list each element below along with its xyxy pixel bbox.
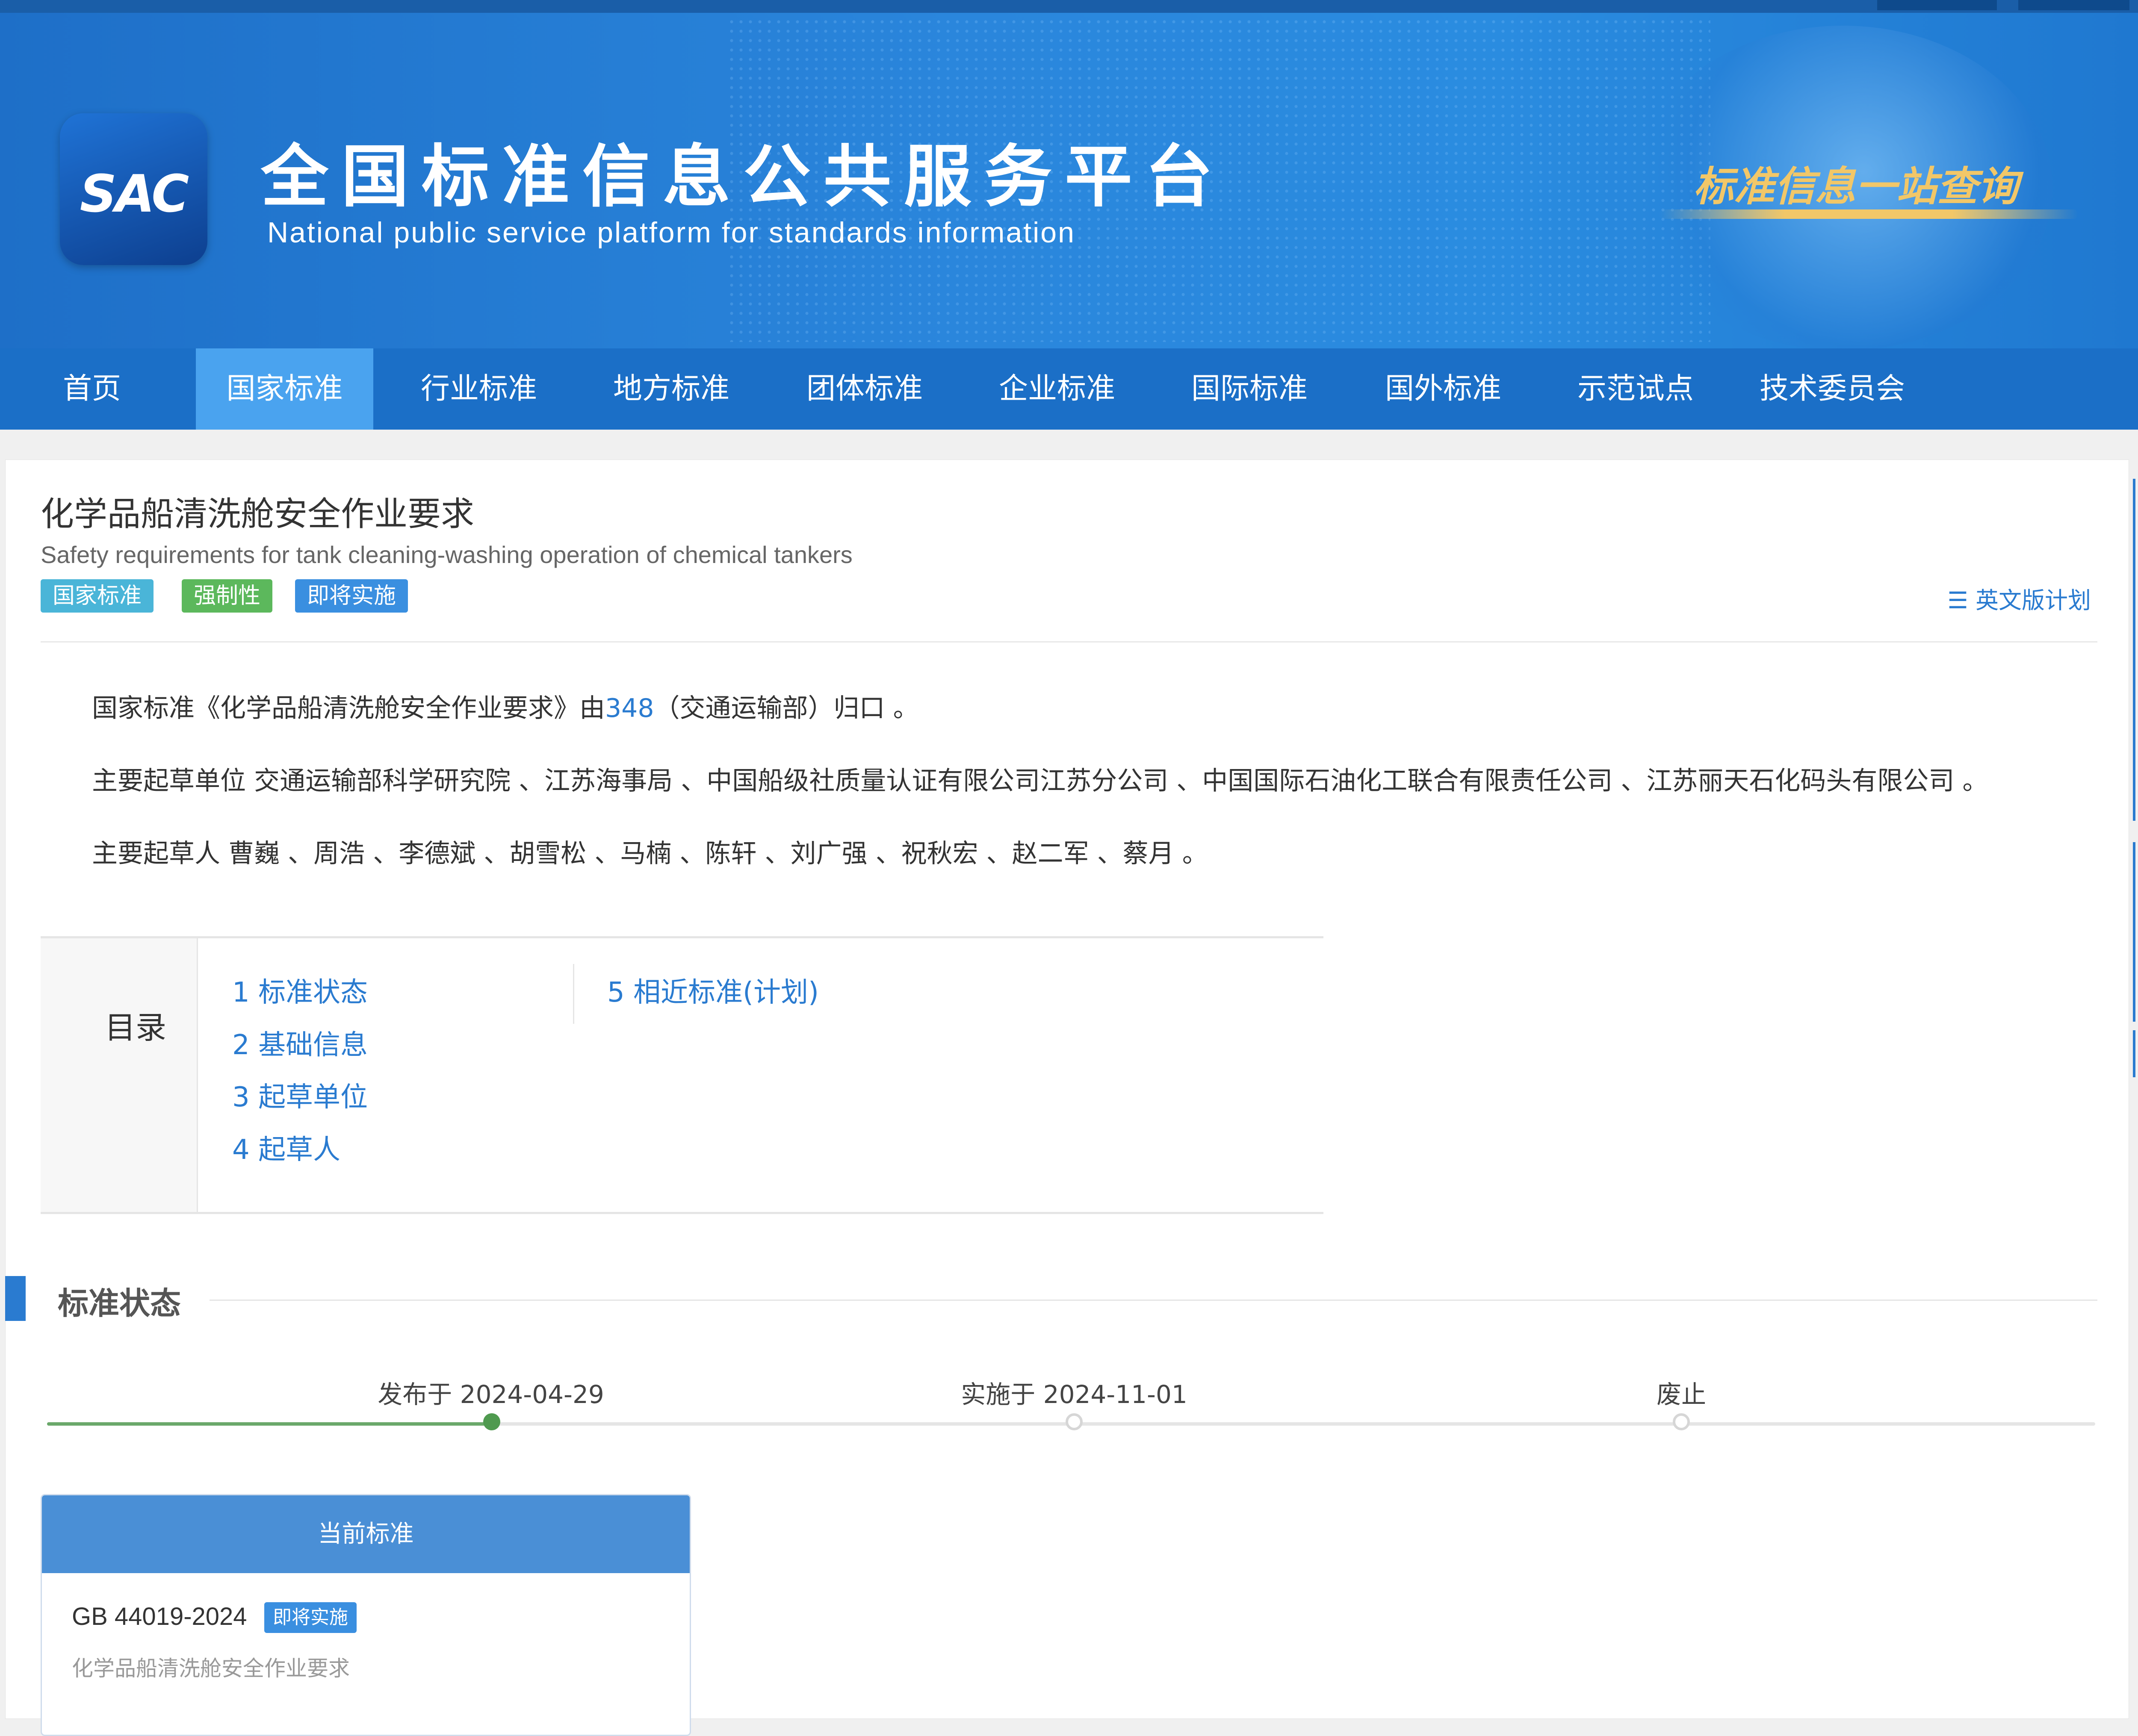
standard-title-english: Safety requirements for tank cleaning-wa… bbox=[41, 541, 853, 568]
nav-demonstration-pilots[interactable]: 示范试点 bbox=[1550, 348, 1721, 430]
timeline-label-published: 发布于 2024-04-29 bbox=[378, 1380, 604, 1409]
timeline-dot-published bbox=[483, 1413, 500, 1430]
top-strip-button[interactable] bbox=[1877, 0, 1997, 10]
top-strip bbox=[0, 0, 2138, 13]
timeline-dot-effective bbox=[1066, 1413, 1083, 1430]
current-standard-card[interactable]: 当前标准 GB 44019-2024 即将实施 化学品船清洗舱安全作业要求 bbox=[41, 1494, 691, 1736]
section-marker bbox=[5, 1276, 26, 1321]
section-divider bbox=[210, 1300, 2097, 1301]
toc-label: 目录 bbox=[105, 1010, 167, 1046]
sac-logo[interactable]: SAC bbox=[60, 113, 207, 265]
sac-logo-text: SAC bbox=[80, 165, 189, 224]
current-standard-name: 化学品船清洗舱安全作业要求 bbox=[72, 1656, 350, 1681]
nav-foreign-standards[interactable]: 国外标准 bbox=[1358, 348, 1529, 430]
current-standard-header: 当前标准 bbox=[42, 1495, 690, 1573]
standard-title: 化学品船清洗舱安全作业要求 bbox=[41, 495, 475, 533]
committee-348-link[interactable]: 348 bbox=[605, 693, 654, 723]
section-title-status: 标准状态 bbox=[58, 1285, 181, 1321]
nav-international-standards[interactable]: 国际标准 bbox=[1164, 348, 1335, 430]
site-subtitle: National public service platform for sta… bbox=[267, 216, 1075, 249]
drafters-line: 主要起草人 曹巍 、周浩 、李德斌 、胡雪松 、马楠 、陈轩 、刘广强 、祝秋宏… bbox=[92, 839, 1208, 869]
english-plan-label: 英文版计划 bbox=[1976, 587, 2091, 614]
nav-group-standards[interactable]: 团体标准 bbox=[779, 348, 950, 430]
tag-national-standard: 国家标准 bbox=[41, 579, 154, 613]
toc-item-similar-standards[interactable]: 5 相近标准(计划) bbox=[607, 970, 819, 1010]
toc-column-separator bbox=[573, 964, 574, 1024]
main-nav: 首页 国家标准 行业标准 地方标准 团体标准 企业标准 国际标准 国外标准 示范… bbox=[0, 348, 2138, 430]
description-suffix: （交通运输部）归口 。 bbox=[654, 693, 919, 723]
site-title: 全国标准信息公共服务平台 bbox=[261, 138, 1226, 216]
site-banner: SAC 全国标准信息公共服务平台 National public service… bbox=[0, 13, 2138, 348]
nav-enterprise-standards[interactable]: 企业标准 bbox=[972, 348, 1143, 430]
page-scroll-indicators bbox=[2133, 479, 2137, 1077]
current-standard-badge: 即将实施 bbox=[264, 1602, 357, 1633]
nav-home[interactable]: 首页 bbox=[24, 348, 160, 430]
nav-local-standards[interactable]: 地方标准 bbox=[586, 348, 757, 430]
slogan-brush-stroke bbox=[1659, 209, 2078, 219]
timeline-progress bbox=[47, 1422, 492, 1426]
nav-national-standards[interactable]: 国家标准 bbox=[196, 348, 373, 430]
top-strip-button[interactable] bbox=[2018, 0, 2129, 10]
nav-technical-committees[interactable]: 技术委员会 bbox=[1742, 348, 1922, 430]
toc-item-basic-info[interactable]: 2 基础信息 bbox=[232, 1023, 368, 1062]
current-standard-code[interactable]: GB 44019-2024 bbox=[72, 1602, 247, 1631]
timeline-dot-abolished bbox=[1673, 1413, 1690, 1430]
toc-item-drafters[interactable]: 4 起草人 bbox=[232, 1128, 340, 1167]
timeline-label-abolished: 废止 bbox=[1656, 1380, 1707, 1409]
timeline-label-effective: 实施于 2024-11-01 bbox=[961, 1380, 1187, 1409]
description-line-1: 国家标准《化学品船清洗舱安全作业要求》由348（交通运输部）归口 。 bbox=[92, 687, 919, 725]
list-icon: ☰ bbox=[1947, 587, 1968, 614]
toc-label-panel: 目录 bbox=[41, 938, 198, 1212]
drafting-units-line: 主要起草单位 交通运输部科学研究院 、江苏海事局 、中国船级社质量认证有限公司江… bbox=[92, 766, 1988, 796]
english-plan-link[interactable]: ☰ 英文版计划 bbox=[1947, 581, 2091, 615]
toc-item-drafting-units[interactable]: 3 起草单位 bbox=[232, 1075, 368, 1114]
toc-item-status[interactable]: 1 标准状态 bbox=[232, 970, 368, 1010]
slogan-text: 标准信息一站查询 bbox=[1693, 163, 2019, 210]
nav-industry-standards[interactable]: 行业标准 bbox=[393, 348, 564, 430]
table-of-contents: 目录 1 标准状态 2 基础信息 3 起草单位 4 起草人 5 相近标准(计划) bbox=[41, 936, 1323, 1214]
description-prefix: 国家标准《化学品船清洗舱安全作业要求》由 bbox=[92, 693, 605, 723]
tag-upcoming: 即将实施 bbox=[295, 579, 408, 613]
tag-mandatory: 强制性 bbox=[182, 579, 273, 613]
title-divider bbox=[41, 641, 2097, 643]
